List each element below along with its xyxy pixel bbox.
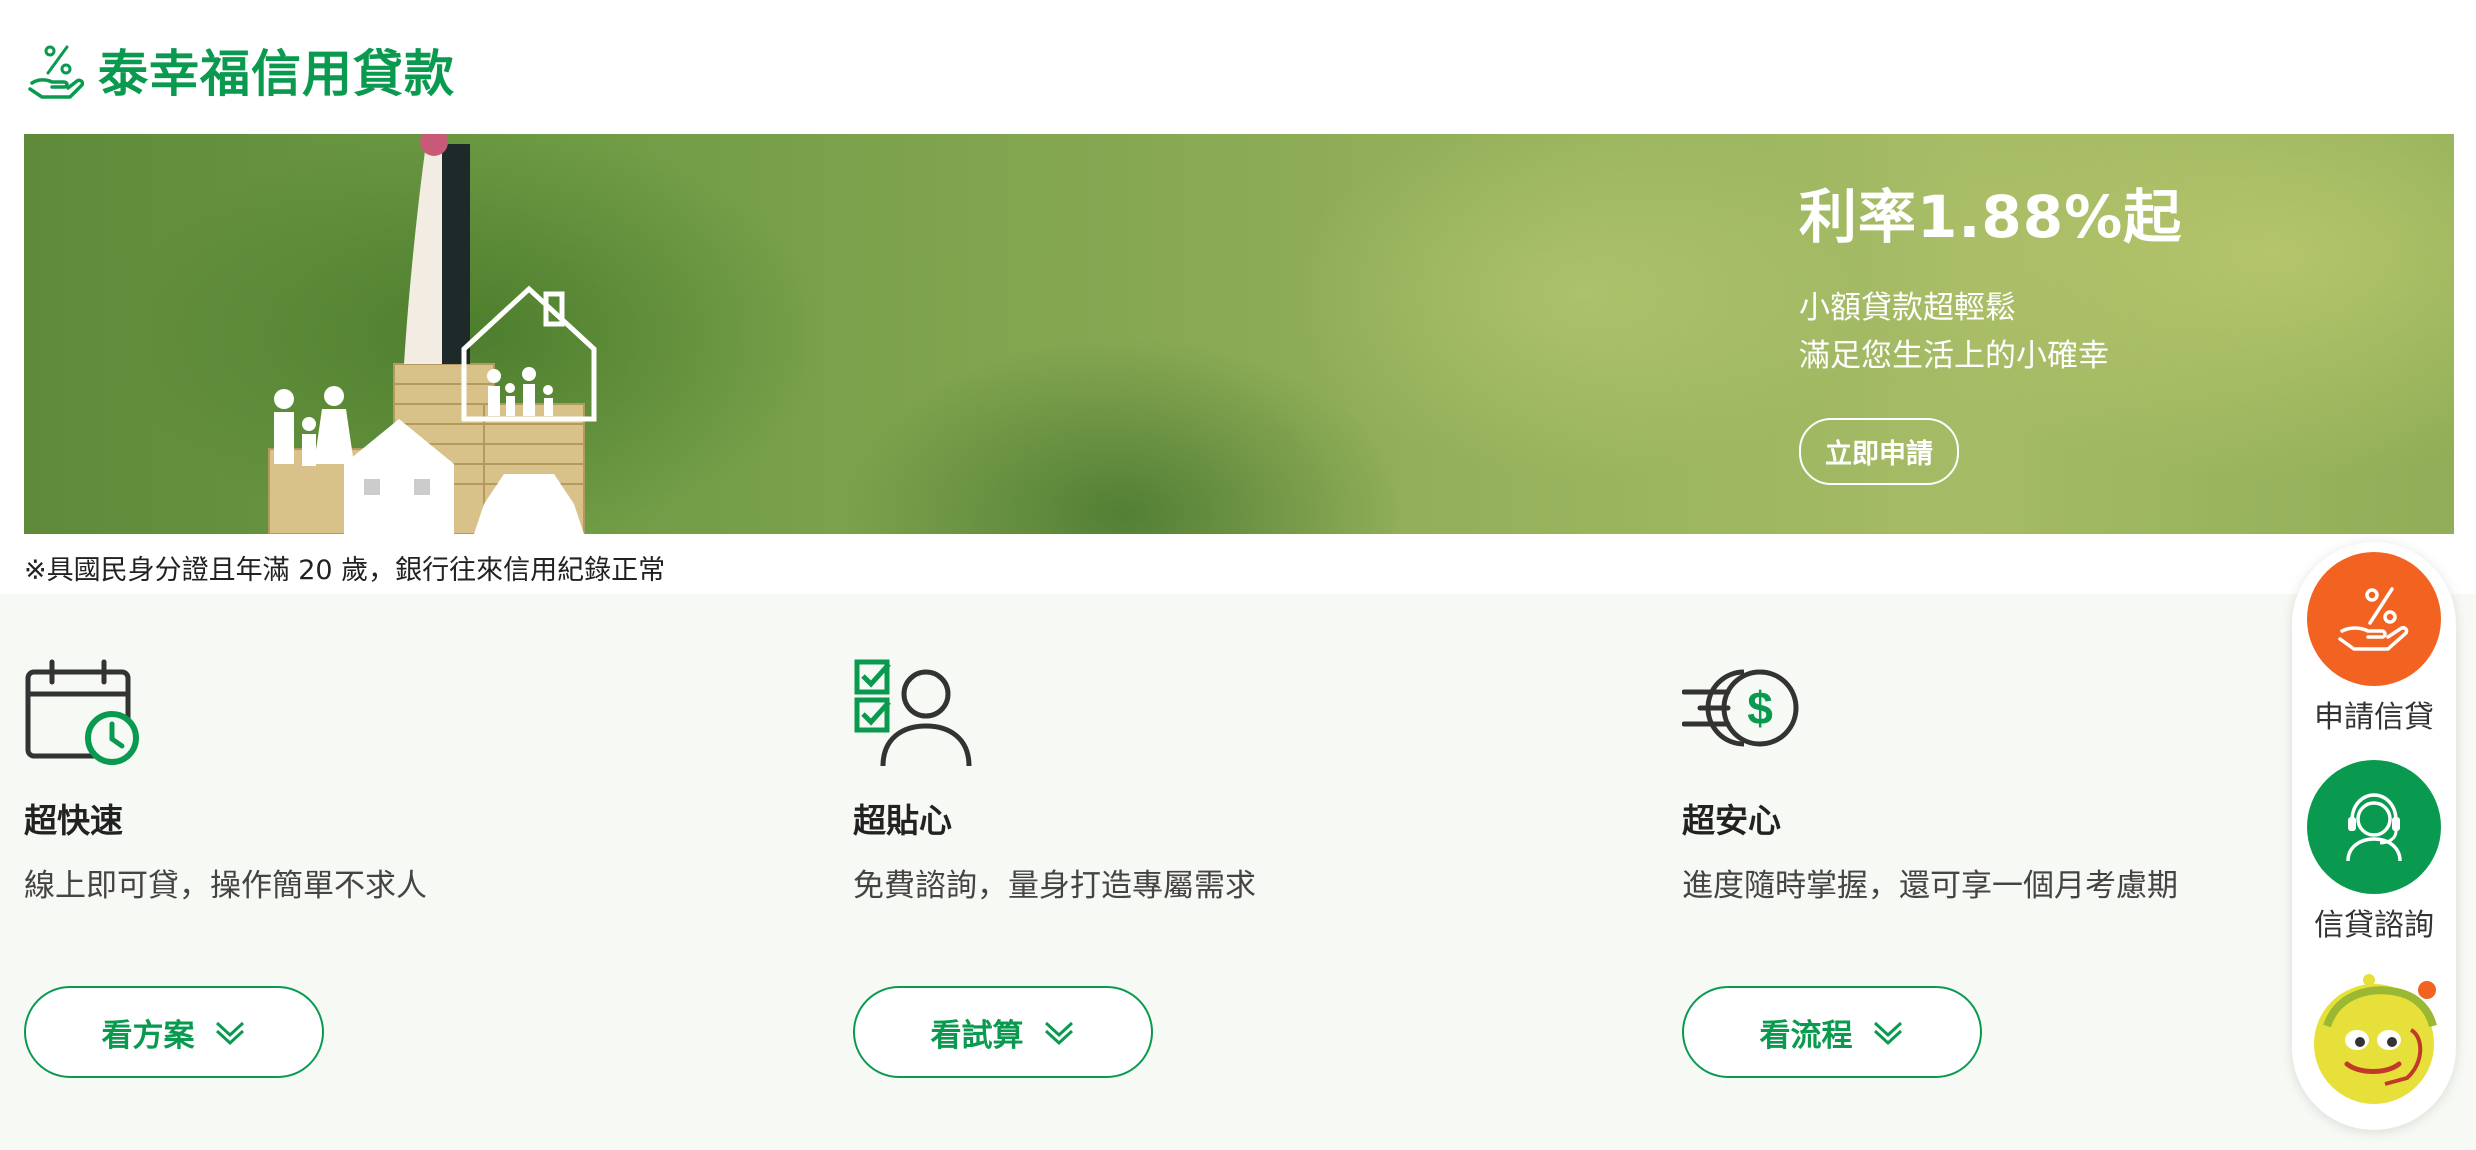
- feature-desc: 免費諮詢，量身打造專屬需求: [853, 868, 1256, 904]
- chevron-down-icon: [1044, 1021, 1073, 1046]
- view-calculator-button[interactable]: 看試算: [853, 986, 1153, 1078]
- hand-percent-icon: [2338, 587, 2409, 651]
- promo-banner[interactable]: 利率1.88%起 小額貸款超輕鬆 滿足您生活上的小確幸 立即申請: [24, 134, 2454, 534]
- headset-agent-icon: [2346, 793, 2402, 862]
- fast-dollar-icon: $: [1681, 669, 1799, 747]
- feature-caring: 超貼心 免費諮詢，量身打造專屬需求: [853, 658, 1256, 905]
- loan-consult-label[interactable]: 信貸諮詢: [2292, 900, 2456, 944]
- chevron-down-icon: [1873, 1021, 1902, 1046]
- floating-action-panel: 申請信貸 信貸諮詢: [2292, 542, 2456, 1130]
- checklist-person-icon: [854, 659, 972, 767]
- wedding-house-coins-image: [268, 134, 597, 534]
- feature-title: 超安心: [1682, 801, 1781, 840]
- hand-percent-icon: [28, 45, 84, 99]
- banner-copy: 利率1.88%起 小額貸款超輕鬆 滿足您生活上的小確幸 立即申請: [1799, 170, 2182, 485]
- view-process-button[interactable]: 看流程: [1682, 986, 1982, 1078]
- eligibility-notice: ※具國民身分證且年滿 20 歲，銀行往來信用紀錄正常: [24, 555, 666, 586]
- view-calculator-label: 看試算: [930, 1017, 1024, 1054]
- feature-desc: 線上即可貸，操作簡單不求人: [24, 868, 427, 904]
- view-process-label: 看流程: [1759, 1017, 1853, 1054]
- chevron-down-icon: [215, 1021, 244, 1046]
- banner-subtitle-2: 滿足您生活上的小確幸: [1799, 338, 2109, 374]
- apply-loan-label[interactable]: 申請信貸: [2292, 692, 2456, 736]
- feature-title: 超貼心: [853, 801, 952, 840]
- site-header: 泰幸福信用貸款: [24, 34, 455, 106]
- apply-loan-button[interactable]: [2307, 552, 2441, 686]
- chatbot-mascot-icon[interactable]: [2307, 966, 2441, 1106]
- feature-desc: 進度隨時掌握，還可享一個月考慮期: [1682, 868, 2178, 904]
- feature-title: 超快速: [24, 801, 123, 840]
- view-plans-label: 看方案: [101, 1017, 195, 1054]
- calendar-clock-icon: [25, 659, 139, 765]
- page-title[interactable]: 泰幸福信用貸款: [98, 34, 455, 106]
- feature-secure: $ 超安心 進度隨時掌握，還可享一個月考慮期: [1681, 658, 2178, 905]
- view-plans-button[interactable]: 看方案: [24, 986, 324, 1078]
- loan-consult-button[interactable]: [2307, 760, 2441, 894]
- svg-text:$: $: [1747, 682, 1773, 734]
- features-section: 超快速 線上即可貸，操作簡單不求人 看方案 超貼心 免費諮詢，量身打造專屬需求 …: [0, 594, 2476, 1150]
- banner-subtitle-1: 小額貸款超輕鬆: [1799, 290, 2016, 326]
- feature-fast: 超快速 線上即可貸，操作簡單不求人: [24, 658, 427, 905]
- apply-now-button[interactable]: 立即申請: [1799, 418, 1959, 485]
- banner-headline: 利率1.88%起: [1799, 183, 2183, 251]
